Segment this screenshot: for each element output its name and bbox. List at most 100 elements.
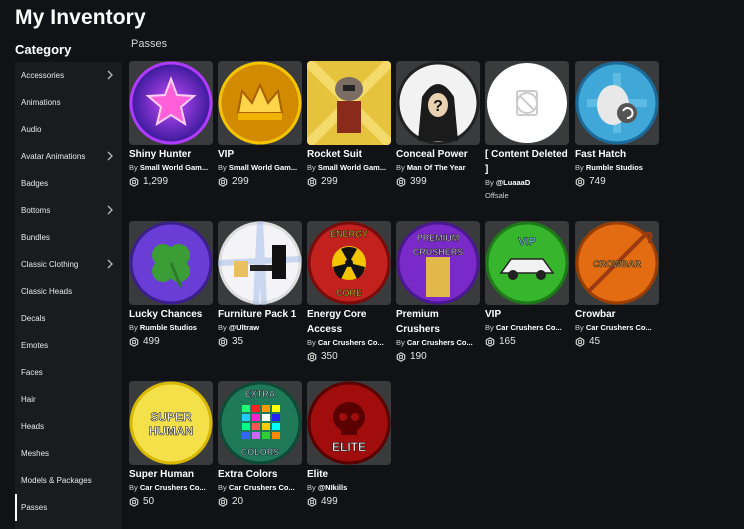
skull-icon: ELITE (307, 381, 391, 465)
sidebar-item-faces[interactable]: Faces (15, 359, 122, 386)
robux-icon (396, 351, 410, 362)
inventory-item-card[interactable]: [ Content Deleted ] By @LuaaaD Offsale (485, 61, 569, 200)
item-creator[interactable]: By Small World Gam... (307, 162, 391, 174)
crowbar-icon: CROWBAR (575, 221, 659, 305)
by-prefix: By (307, 163, 316, 172)
inventory-item-card[interactable]: SUPER HUMAN Super Human By Car Crushers Co.… (129, 381, 213, 508)
item-creator[interactable]: By Car Crushers Co... (575, 322, 659, 334)
creator-name[interactable]: Car Crushers Co... (407, 338, 473, 347)
item-name[interactable]: VIP (485, 307, 569, 322)
category-sidebar: Accessories Animations Audio Avatar Animati… (15, 62, 122, 529)
item-creator[interactable]: By Small World Gam... (129, 162, 213, 174)
inventory-item-card[interactable]: VIP VIP By Car Crushers Co... 165 (485, 221, 569, 348)
furniture-icon (218, 221, 302, 305)
sidebar-item-hair[interactable]: Hair (15, 386, 122, 413)
sidebar-item-label: Animations (21, 98, 61, 107)
creator-name[interactable]: Man Of The Year (407, 163, 466, 172)
creator-name[interactable]: Small World Gam... (318, 163, 386, 172)
item-creator[interactable]: By @NIkills (307, 482, 391, 494)
inventory-item-card[interactable]: ELITE Elite By @NIkills 499 (307, 381, 391, 508)
inventory-item-card[interactable]: EXTRA COLORS Extra Colors By Car Crushers C… (218, 381, 302, 508)
item-creator[interactable]: By @Ultraw (218, 322, 302, 334)
item-name[interactable]: Lucky Chances (129, 307, 213, 322)
svg-text:?: ? (433, 98, 443, 115)
sidebar-item-avatar-animations[interactable]: Avatar Animations (15, 143, 122, 170)
inventory-item-card[interactable]: ? Conceal Power By Man Of The Year 399 (396, 61, 480, 188)
item-name[interactable]: Rocket Suit (307, 147, 391, 162)
page-title: My Inventory (15, 6, 146, 29)
chevron-right-icon (106, 205, 117, 216)
creator-name[interactable]: Car Crushers Co... (496, 323, 562, 332)
sidebar-item-label: Badges (21, 179, 49, 188)
item-creator[interactable]: By Car Crushers Co... (129, 482, 213, 494)
creator-name[interactable]: Small World Gam... (229, 163, 297, 172)
sidebar-item-classic-heads[interactable]: Classic Heads (15, 278, 122, 305)
sidebar-item-animations[interactable]: Animations (15, 89, 122, 116)
creator-name[interactable]: Rumble Studios (140, 323, 197, 332)
star-icon (129, 61, 213, 145)
sidebar-item-decals[interactable]: Decals (15, 305, 122, 332)
sidebar-item-emotes[interactable]: Emotes (15, 332, 122, 359)
item-name[interactable]: Crowbar (575, 307, 659, 322)
item-name[interactable]: Elite (307, 467, 391, 482)
by-prefix: By (485, 178, 494, 187)
sidebar-item-heads[interactable]: Heads (15, 413, 122, 440)
item-name[interactable]: Fast Hatch (575, 147, 659, 162)
item-creator[interactable]: By Small World Gam... (218, 162, 302, 174)
item-creator[interactable]: By @LuaaaD (485, 177, 569, 189)
sidebar-item-bottoms[interactable]: Bottoms (15, 197, 122, 224)
inventory-item-card[interactable]: Rocket Suit By Small World Gam... 299 (307, 61, 391, 188)
sidebar-item-bundles[interactable]: Bundles (15, 224, 122, 251)
sidebar-item-passes[interactable]: Passes (15, 494, 122, 521)
item-creator[interactable]: By Man Of The Year (396, 162, 480, 174)
item-name[interactable]: Super Human (129, 467, 213, 482)
sidebar-item-label: Accessories (21, 71, 65, 80)
item-name[interactable]: VIP (218, 147, 302, 162)
svg-text:ENERGY: ENERGY (330, 229, 368, 239)
item-creator[interactable]: By Rumble Studios (129, 322, 213, 334)
item-name[interactable]: Energy Core Access (307, 307, 391, 337)
creator-name[interactable]: Car Crushers Co... (229, 483, 295, 492)
inventory-item-card[interactable]: VIP By Small World Gam... 299 (218, 61, 302, 188)
item-price: 299 (218, 175, 302, 188)
inventory-item-card[interactable]: Fast Hatch By Rumble Studios 749 (575, 61, 659, 188)
inventory-item-card[interactable]: ENERGY CORE Energy Core Access By Car Crush… (307, 221, 391, 363)
creator-name[interactable]: Small World Gam... (140, 163, 208, 172)
item-creator[interactable]: By Car Crushers Co... (485, 322, 569, 334)
item-name[interactable]: [ Content Deleted ] (485, 147, 569, 177)
item-name[interactable]: Furniture Pack 1 (218, 307, 302, 322)
item-name[interactable]: Premium Crushers (396, 307, 480, 337)
inventory-item-card[interactable]: Lucky Chances By Rumble Studios 499 (129, 221, 213, 348)
item-price: 45 (575, 335, 659, 348)
item-name[interactable]: Extra Colors (218, 467, 302, 482)
sidebar-item-badges[interactable]: Badges (15, 170, 122, 197)
inventory-item-card[interactable]: Shiny Hunter By Small World Gam... 1,299 (129, 61, 213, 188)
sidebar-item-classic-clothing[interactable]: Classic Clothing (15, 251, 122, 278)
item-creator[interactable]: By Car Crushers Co... (396, 337, 480, 349)
by-prefix: By (575, 163, 584, 172)
item-name[interactable]: Conceal Power (396, 147, 480, 162)
sidebar-item-audio[interactable]: Audio (15, 116, 122, 143)
creator-name[interactable]: Car Crushers Co... (140, 483, 206, 492)
inventory-item-card[interactable]: Furniture Pack 1 By @Ultraw 35 (218, 221, 302, 348)
robux-icon (307, 176, 321, 187)
creator-name[interactable]: @NIkills (318, 483, 347, 492)
item-creator[interactable]: By Car Crushers Co... (218, 482, 302, 494)
item-creator[interactable]: By Car Crushers Co... (307, 337, 391, 349)
sidebar-item-accessories[interactable]: Accessories (15, 62, 122, 89)
item-name[interactable]: Shiny Hunter (129, 147, 213, 162)
inventory-item-card[interactable]: PREMIUM CRUSHERS Premium Crushers By Car Cr… (396, 221, 480, 363)
sidebar-item-meshes[interactable]: Meshes (15, 440, 122, 467)
creator-name[interactable]: Car Crushers Co... (586, 323, 652, 332)
price-value: 499 (321, 496, 338, 507)
vip-car-icon: VIP (485, 221, 569, 305)
creator-name[interactable]: Car Crushers Co... (318, 338, 384, 347)
creator-name[interactable]: Rumble Studios (586, 163, 643, 172)
inventory-item-card[interactable]: CROWBAR Crowbar By Car Crushers Co... 45 (575, 221, 659, 348)
sidebar-item-models-packages[interactable]: Models & Packages (15, 467, 122, 494)
item-creator[interactable]: By Rumble Studios (575, 162, 659, 174)
by-prefix: By (129, 483, 138, 492)
premium-crushers-icon: PREMIUM CRUSHERS (396, 221, 480, 305)
creator-name[interactable]: @Ultraw (229, 323, 259, 332)
creator-name[interactable]: @LuaaaD (496, 178, 530, 187)
